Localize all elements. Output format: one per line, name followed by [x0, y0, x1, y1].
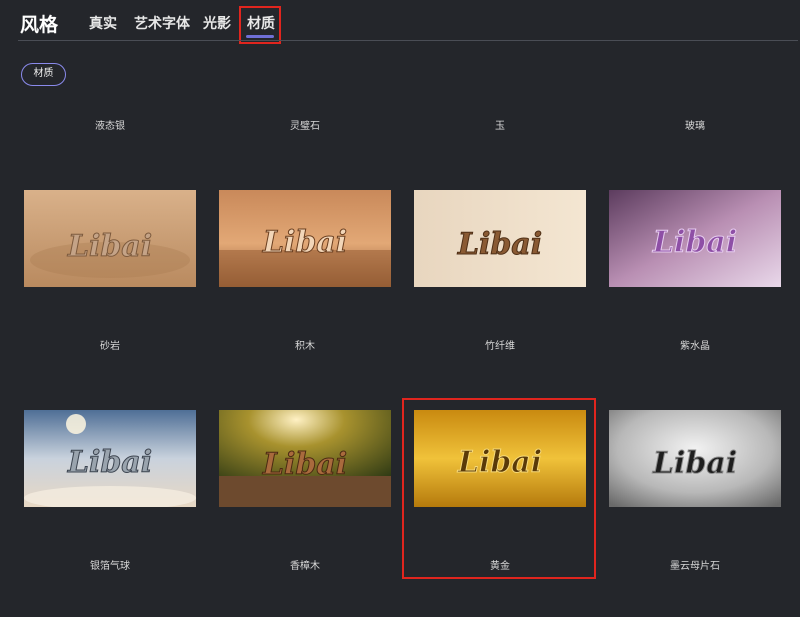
style-label-amethyst[interactable]: 紫水晶 [609, 337, 781, 352]
tab-light-shadow[interactable]: 光影 [203, 13, 231, 33]
preview-text: Libai [652, 225, 737, 260]
filter-chip-material[interactable]: 材质 [21, 63, 66, 86]
preview-text: Libai [262, 447, 347, 482]
preview-text: Libai [652, 446, 737, 481]
style-label-lingbi-stone[interactable]: 灵璧石 [219, 117, 391, 132]
style-label-jade[interactable]: 玉 [414, 117, 586, 132]
style-card-camphor-wood[interactable]: Libai [219, 410, 391, 507]
style-label-bamboo-fiber[interactable]: 竹纤维 [414, 337, 586, 352]
style-card-sandstone[interactable]: Libai [24, 190, 196, 287]
style-card-black-mica-stone[interactable]: Libai [609, 410, 781, 507]
style-card-bamboo-fiber[interactable]: Libai [414, 190, 586, 287]
style-label-glass[interactable]: 玻璃 [609, 117, 781, 132]
style-label-building-blocks[interactable]: 积木 [219, 337, 391, 352]
preview-text: Libai [262, 225, 347, 260]
page-title: 风格 [20, 14, 59, 36]
tab-art-font[interactable]: 艺术字体 [134, 13, 190, 33]
preview-text: Libai [457, 227, 542, 262]
style-card-amethyst[interactable]: Libai [609, 190, 781, 287]
style-label-camphor-wood[interactable]: 香樟木 [219, 557, 391, 572]
preview-text: Libai [67, 445, 152, 480]
style-card-building-blocks[interactable]: Libai [219, 190, 391, 287]
tab-realistic[interactable]: 真实 [89, 13, 117, 33]
style-label-silver-foil-balloon[interactable]: 银箔气球 [24, 557, 196, 572]
selected-style-highlight [402, 398, 596, 579]
style-label-black-mica-stone[interactable]: 墨云母片石 [609, 557, 781, 572]
style-label-sandstone[interactable]: 砂岩 [24, 337, 196, 352]
style-label-liquid-silver[interactable]: 液态银 [24, 117, 196, 132]
style-card-silver-foil-balloon[interactable]: Libai [24, 410, 196, 507]
active-tab-highlight [239, 6, 281, 44]
header-divider [18, 40, 798, 41]
style-header: 风格 真实 艺术字体 光影 材质 [0, 0, 800, 44]
preview-text: Libai [67, 229, 152, 264]
